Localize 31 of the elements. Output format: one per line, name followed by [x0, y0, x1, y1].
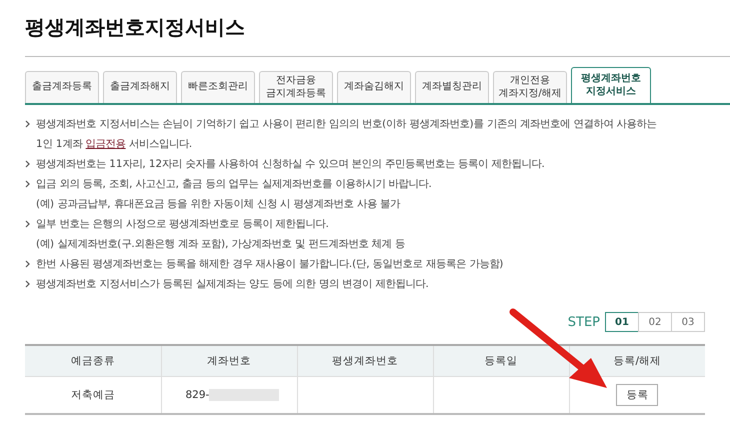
- tab[interactable]: 계좌숨김해지: [337, 71, 411, 103]
- tab[interactable]: 빠른조회관리: [181, 71, 255, 103]
- notice-text: 입금 외의 등록, 조회, 사고신고, 출금 등의 업무는 실제계좌번호를 이용하시기 바랍니다.: [36, 176, 432, 190]
- tab[interactable]: 출금계좌등록: [25, 71, 99, 103]
- notice-text: 한번 사용된 평생계좌번호는 등록을 해제한 경우 재사용이 불가합니다.(단, 동일번호로 재등록은 가능함): [36, 256, 504, 270]
- account-number: 829-: [186, 388, 210, 401]
- step-indicator: 01: [605, 312, 639, 332]
- tab[interactable]: 계좌별칭관리: [415, 71, 489, 103]
- link[interactable]: 입금전용: [86, 138, 126, 150]
- table-cell: 저축예금: [25, 376, 161, 414]
- tab[interactable]: 평생계좌번호 지정서비스: [571, 67, 651, 103]
- page-title: 평생계좌번호지정서비스: [25, 14, 246, 41]
- column-header: 등록일: [433, 345, 569, 376]
- notice-text: 1인 1계좌 입금전용 서비스입니다.: [36, 136, 192, 150]
- tab[interactable]: 전자금융 금지계좌등록: [259, 71, 333, 103]
- register-button[interactable]: 등록: [616, 384, 658, 406]
- notice-text: (예) 실제계좌번호(구.외환은행 계좌 포함), 가상계좌번호 및 펀드계좌번호 체계 등: [36, 236, 405, 250]
- column-header: 등록/해제: [569, 345, 705, 376]
- column-header: 평생계좌번호: [297, 345, 433, 376]
- tab[interactable]: 출금계좌해지: [103, 71, 177, 103]
- notice-text: 평생계좌번호 지정서비스가 등록된 실제계좌는 양도 등에 의한 명의 변경이 제한됩니다.: [36, 276, 429, 290]
- column-header: 계좌번호: [161, 345, 297, 376]
- step-label: STEP: [568, 314, 600, 330]
- notice-text: 일부 번호는 은행의 사정으로 평생계좌번호로 등록이 제한됩니다.: [36, 216, 329, 230]
- tab[interactable]: 개인전용 계좌지정/해제: [493, 71, 567, 103]
- step-indicator: 03: [671, 312, 705, 332]
- step-indicator: 02: [638, 312, 672, 332]
- notice-text: 평생계좌번호는 11자리, 12자리 숫자를 사용하여 신청하실 수 있으며 본인의 주민등록번호는 등록이 제한됩니다.: [36, 156, 545, 170]
- notice-text: (예) 공과금납부, 휴대폰요금 등을 위한 자동이체 신청 시 평생계좌번호 사용 불가: [36, 196, 400, 210]
- column-header: 예금종류: [25, 345, 161, 376]
- notice-text: 평생계좌번호 지정서비스는 손님이 기억하기 쉽고 사용이 편리한 임의의 번호(이하 평생계좌번호)를 기존의 계좌번호에 연결하여 사용하는: [36, 116, 657, 130]
